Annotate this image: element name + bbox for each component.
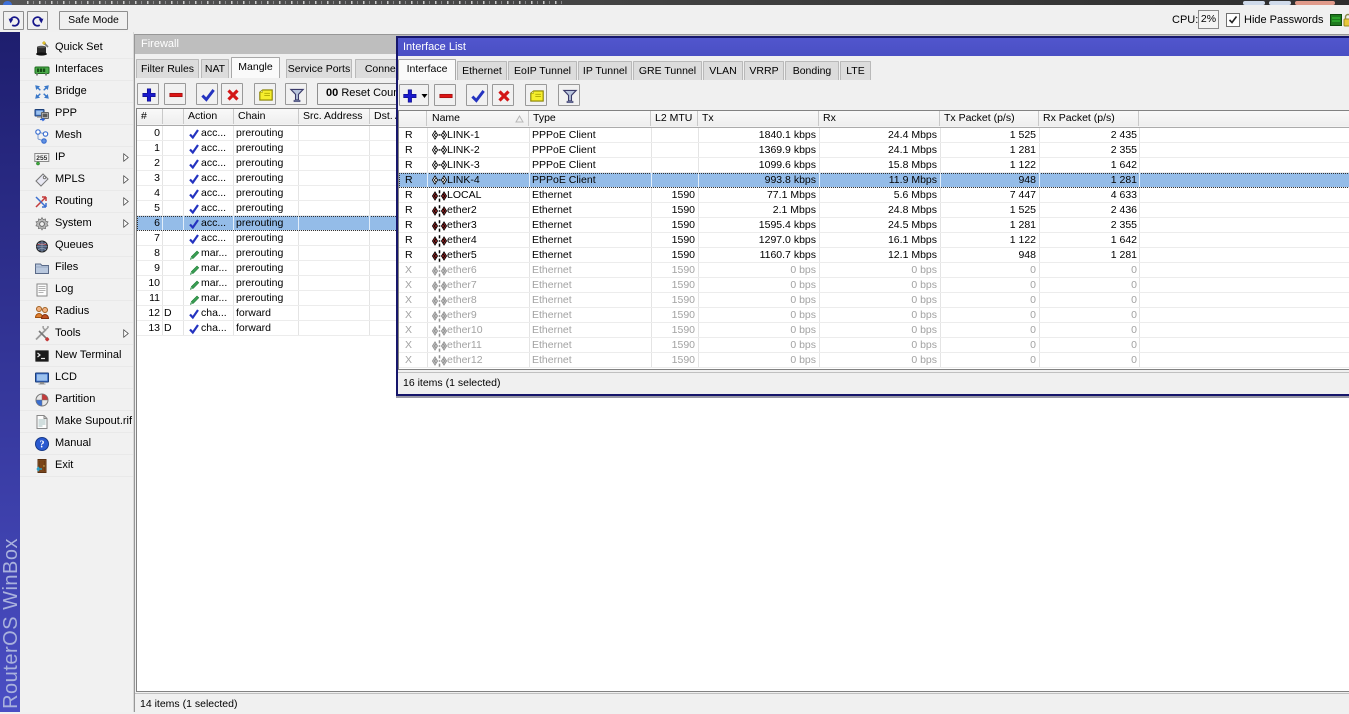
svg-text:255: 255	[36, 155, 47, 162]
svg-text:?: ?	[40, 439, 45, 450]
